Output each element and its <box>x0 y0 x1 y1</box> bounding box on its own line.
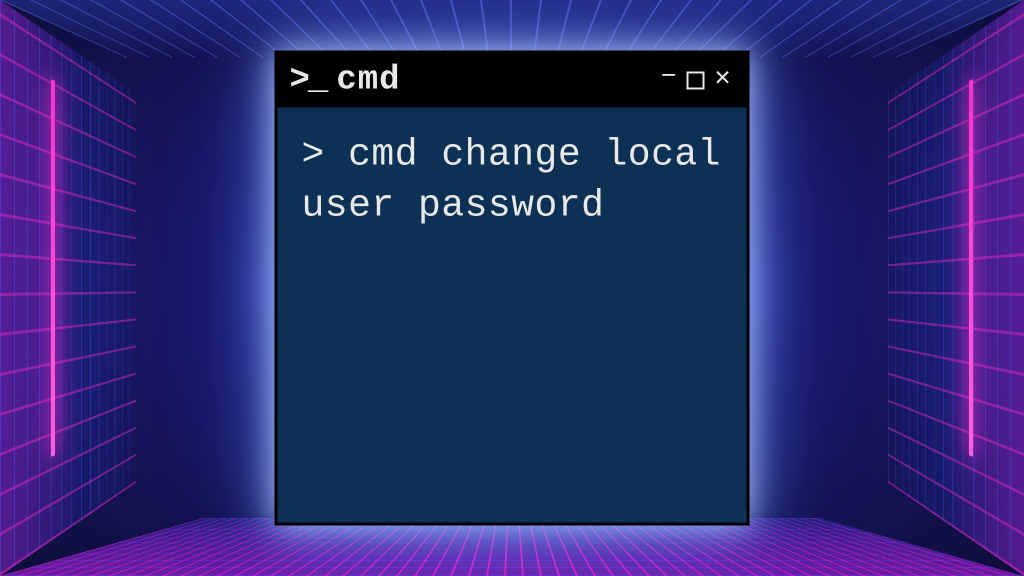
close-button[interactable]: × <box>711 67 735 95</box>
terminal-body[interactable]: > cmd change local user password <box>278 108 747 523</box>
command-text: cmd change local user password <box>302 134 721 228</box>
window-controls: − × <box>657 67 735 95</box>
terminal-prompt-icon: >_ <box>290 64 327 98</box>
terminal-window[interactable]: >_ cmd − × > cmd change local user passw… <box>275 51 750 526</box>
titlebar-left: >_ cmd <box>290 62 401 100</box>
window-title: cmd <box>336 62 400 100</box>
maximize-button[interactable] <box>687 72 705 90</box>
command-line: > cmd change local user password <box>302 130 723 233</box>
titlebar[interactable]: >_ cmd − × <box>278 54 747 108</box>
minimize-button[interactable]: − <box>657 64 681 90</box>
prompt-char: > <box>302 134 325 177</box>
